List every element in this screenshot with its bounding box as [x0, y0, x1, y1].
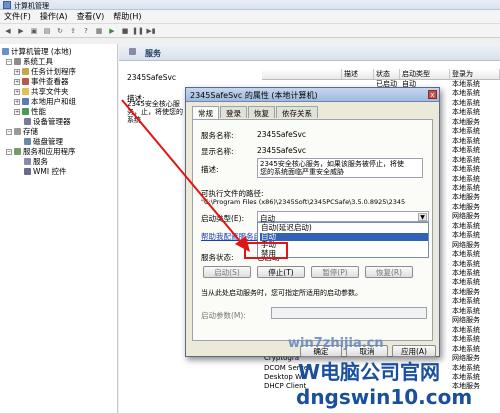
watermark-domain: dngswin10.com — [296, 385, 473, 409]
watermark-brand: W电脑公司官网 — [298, 360, 441, 384]
annotation-arrow — [121, 99, 250, 252]
watermark-url: win7zhijia.cn — [288, 336, 384, 351]
